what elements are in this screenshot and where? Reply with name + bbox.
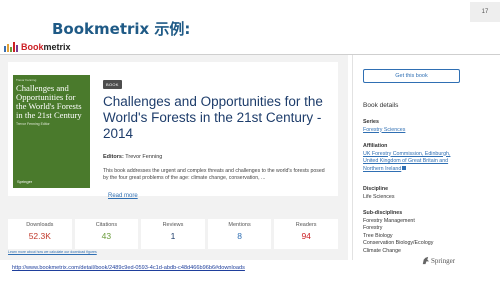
subdiscipline-item: Tree Biology [363,232,393,239]
affiliation-link[interactable]: UK Forestry Commission, Edinburgh, Unite… [363,151,450,172]
springer-label: Springer [431,256,456,265]
content-type-badge: BOOK [103,80,122,89]
springer-logo: Springer [421,256,455,265]
source-url-link[interactable]: http://www.bookmetrix.com/detail/book/24… [12,265,245,271]
read-more-link[interactable]: Read more [108,193,138,199]
metric-reviews[interactable]: Reviews 1 [141,219,205,249]
metric-readers[interactable]: Readers 94 [274,219,338,249]
affiliation-link-wrap: UK Forestry Commission, Edinburgh, Unite… [363,151,463,174]
subdiscipline-item: Forestry [363,225,383,231]
metric-label: Downloads [26,222,54,228]
editors-value: Trevor Fenning [125,154,163,160]
external-link-icon [402,166,407,171]
metric-label: Mentions [228,222,251,228]
springer-horse-icon [422,256,430,265]
metric-citations[interactable]: Citations 43 [74,219,139,249]
metric-label: Readers [295,222,317,228]
metric-value: 43 [101,231,112,241]
bookmetrix-logo[interactable]: Bookmetrix [4,40,71,52]
slide-title: Bookmetrix 示例: [52,20,191,38]
learn-more-link[interactable]: Learn more about how we calculate our do… [8,250,97,254]
subdiscipline-item: Climate Change [363,247,401,254]
metrics-bar: Downloads 52.3K Citations 43 Reviews 1 M… [8,219,338,249]
book-editors: Editors: Trevor Fenning [103,154,162,160]
affiliation-section: Affiliation UK Forestry Commission, Edin… [363,143,463,173]
logo-bars-icon [4,42,18,52]
metric-value: 8 [237,231,242,241]
description-fade [103,178,328,190]
get-this-book-button[interactable]: Get this book [363,69,460,83]
subdiscipline-item: Conservation Biology/Ecology [363,240,434,246]
metric-value: 52.3K [28,231,51,241]
book-cover-image[interactable]: Trevor Fenning Challenges and Opportunit… [13,75,90,188]
book-details-heading: Book details [363,102,399,109]
subdisciplines-label: Sub-disciplines [363,210,403,216]
metric-label: Citations [95,222,118,228]
series-link[interactable]: Forestry Sciences [363,127,405,135]
affiliation-label: Affiliation [363,143,388,149]
slide-page-number: 17 [470,2,500,22]
discipline-section: Discipline Life Sciences [363,186,395,201]
metric-downloads[interactable]: Downloads 52.3K [8,219,72,249]
metric-value: 94 [301,231,311,241]
subdisciplines-section: Sub-disciplines Forestry Management Fore… [363,210,433,255]
logo-text: Bookmetrix [21,42,71,52]
cover-publisher: Springer [17,179,33,184]
metric-label: Reviews [162,222,184,228]
book-title: Challenges and Opportunities for the Wor… [103,94,323,141]
editors-label: Editors: [103,154,124,160]
subdiscipline-item: Forestry Management [363,217,415,224]
cover-title: Challenges and Opportunities for the Wor… [16,83,82,120]
discipline-label: Discipline [363,186,389,192]
metric-value: 1 [170,231,176,241]
metric-mentions[interactable]: Mentions 8 [207,219,272,249]
discipline-value: Life Sciences [363,193,395,200]
series-label: Series [363,119,379,125]
series-section: Series Forestry Sciences [363,119,405,134]
cover-editor: Trevor Fenning Editor [16,122,50,126]
bookmetrix-screenshot: Bookmetrix Trevor Fenning Challenges and… [0,38,500,260]
book-sidebar: Get this book Book details Series Forest… [352,55,500,260]
